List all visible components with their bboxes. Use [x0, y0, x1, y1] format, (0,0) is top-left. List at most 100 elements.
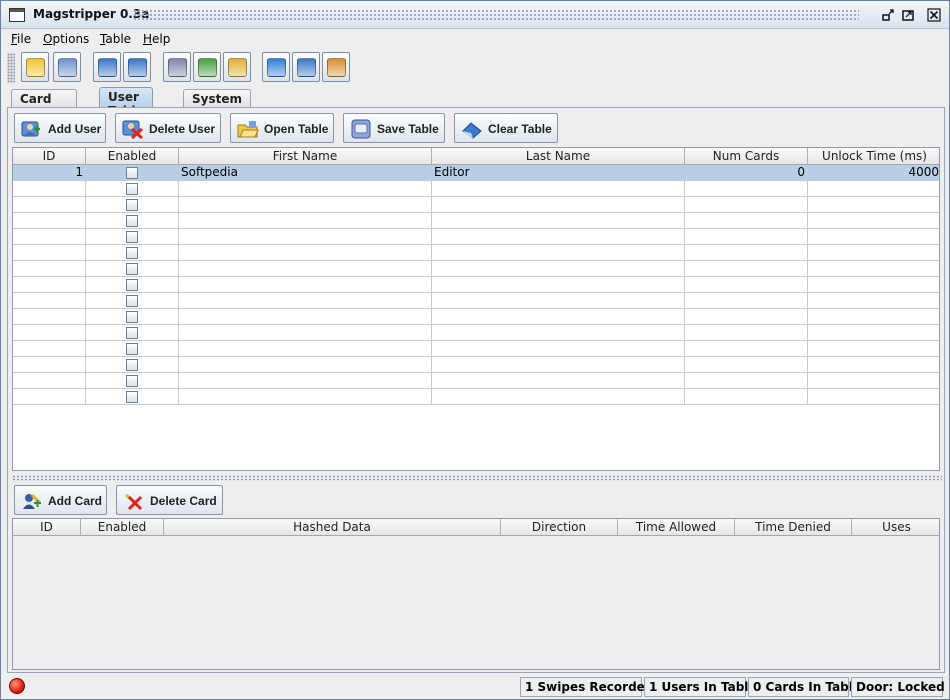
cell-unlock-time[interactable] — [808, 357, 939, 373]
enabled-checkbox[interactable] — [126, 199, 138, 211]
col-header-num-cards[interactable]: Num Cards — [685, 148, 808, 165]
user-table[interactable]: ID Enabled First Name Last Name Num Card… — [12, 147, 940, 471]
cell-last-name[interactable] — [432, 277, 685, 293]
enabled-checkbox[interactable] — [126, 359, 138, 371]
window-app-icon[interactable] — [9, 8, 25, 22]
cell-enabled[interactable] — [86, 165, 179, 181]
cell-first-name[interactable] — [179, 197, 432, 213]
cell-num-cards[interactable]: 0 — [685, 165, 808, 181]
toolbar-button-document-edit[interactable] — [93, 52, 121, 82]
col-header-uses[interactable]: Uses — [852, 519, 939, 536]
col-header-last-name[interactable]: Last Name — [432, 148, 685, 165]
enabled-checkbox[interactable] — [126, 327, 138, 339]
card-table[interactable]: ID Enabled Hashed Data Direction Time Al… — [12, 518, 940, 670]
clear-table-button[interactable]: Clear Table — [454, 113, 558, 143]
cell-id[interactable] — [13, 277, 86, 293]
cell-id[interactable]: 1 — [13, 165, 86, 181]
table-row[interactable] — [13, 341, 939, 357]
cell-id[interactable] — [13, 245, 86, 261]
cell-first-name[interactable] — [179, 181, 432, 197]
enabled-checkbox[interactable] — [126, 167, 138, 179]
cell-id[interactable] — [13, 213, 86, 229]
cell-num-cards[interactable] — [685, 277, 808, 293]
cell-num-cards[interactable] — [685, 213, 808, 229]
cell-id[interactable] — [13, 181, 86, 197]
cell-enabled[interactable] — [86, 325, 179, 341]
col-header-enabled[interactable]: Enabled — [86, 148, 179, 165]
cell-enabled[interactable] — [86, 293, 179, 309]
cell-id[interactable] — [13, 293, 86, 309]
cell-last-name[interactable] — [432, 293, 685, 309]
cell-enabled[interactable] — [86, 213, 179, 229]
table-row[interactable] — [13, 389, 939, 405]
toolbar-button-settings-gear[interactable] — [163, 52, 191, 82]
maximize-icon[interactable] — [901, 8, 915, 22]
enabled-checkbox[interactable] — [126, 215, 138, 227]
cell-last-name[interactable] — [432, 245, 685, 261]
toolbar-button-save-disk[interactable] — [53, 52, 81, 82]
table-row[interactable] — [13, 261, 939, 277]
table-row[interactable] — [13, 373, 939, 389]
cell-unlock-time[interactable]: 4000 — [808, 165, 939, 181]
cell-enabled[interactable] — [86, 357, 179, 373]
tab-card-reader[interactable]: Card Reader — [11, 89, 78, 120]
enabled-checkbox[interactable] — [126, 295, 138, 307]
cell-first-name[interactable] — [179, 357, 432, 373]
cell-enabled[interactable] — [86, 373, 179, 389]
cell-unlock-time[interactable] — [808, 389, 939, 405]
col-header-first-name[interactable]: First Name — [179, 148, 432, 165]
cell-first-name[interactable] — [179, 245, 432, 261]
table-row[interactable] — [13, 293, 939, 309]
add-user-button[interactable]: Add User — [14, 113, 106, 143]
cell-unlock-time[interactable] — [808, 325, 939, 341]
toolbar-button-import[interactable] — [21, 52, 49, 82]
enabled-checkbox[interactable] — [126, 375, 138, 387]
cell-num-cards[interactable] — [685, 181, 808, 197]
cell-last-name[interactable] — [432, 213, 685, 229]
minimize-icon[interactable] — [881, 8, 895, 22]
cell-unlock-time[interactable] — [808, 277, 939, 293]
cell-first-name[interactable] — [179, 373, 432, 389]
cell-enabled[interactable] — [86, 197, 179, 213]
toolbar-button-refresh[interactable] — [262, 52, 290, 82]
add-card-button[interactable]: Add Card — [14, 485, 107, 515]
col-header-hashed-data[interactable]: Hashed Data — [164, 519, 501, 536]
cell-unlock-time[interactable] — [808, 341, 939, 357]
cell-unlock-time[interactable] — [808, 293, 939, 309]
enabled-checkbox[interactable] — [126, 263, 138, 275]
cell-last-name[interactable] — [432, 325, 685, 341]
col-header-unlock-time[interactable]: Unlock Time (ms) — [808, 148, 939, 165]
enabled-checkbox[interactable] — [126, 231, 138, 243]
cell-enabled[interactable] — [86, 181, 179, 197]
cell-enabled[interactable] — [86, 309, 179, 325]
table-row[interactable]: 1 Softpedia Editor 0 4000 — [13, 165, 939, 181]
cell-unlock-time[interactable] — [808, 245, 939, 261]
cell-enabled[interactable] — [86, 245, 179, 261]
cell-num-cards[interactable] — [685, 357, 808, 373]
menu-table[interactable]: Table — [100, 32, 131, 46]
cell-id[interactable] — [13, 357, 86, 373]
cell-id[interactable] — [13, 197, 86, 213]
delete-user-button[interactable]: Delete User — [115, 113, 221, 143]
cell-enabled[interactable] — [86, 389, 179, 405]
col-header-card-id[interactable]: ID — [13, 519, 81, 536]
cell-id[interactable] — [13, 373, 86, 389]
cell-first-name[interactable] — [179, 293, 432, 309]
table-row[interactable] — [13, 357, 939, 373]
menu-file[interactable]: File — [11, 32, 31, 46]
cell-num-cards[interactable] — [685, 229, 808, 245]
table-row[interactable] — [13, 197, 939, 213]
cell-num-cards[interactable] — [685, 245, 808, 261]
cell-last-name[interactable]: Editor — [432, 165, 685, 181]
cell-last-name[interactable] — [432, 357, 685, 373]
cell-num-cards[interactable] — [685, 373, 808, 389]
cell-num-cards[interactable] — [685, 197, 808, 213]
cell-first-name[interactable] — [179, 341, 432, 357]
toolbar-button-list[interactable] — [123, 52, 151, 82]
menu-help[interactable]: Help — [143, 32, 170, 46]
toolbar-button-monitor[interactable] — [322, 52, 350, 82]
cell-unlock-time[interactable] — [808, 373, 939, 389]
cell-unlock-time[interactable] — [808, 197, 939, 213]
cell-first-name[interactable] — [179, 229, 432, 245]
cell-id[interactable] — [13, 261, 86, 277]
